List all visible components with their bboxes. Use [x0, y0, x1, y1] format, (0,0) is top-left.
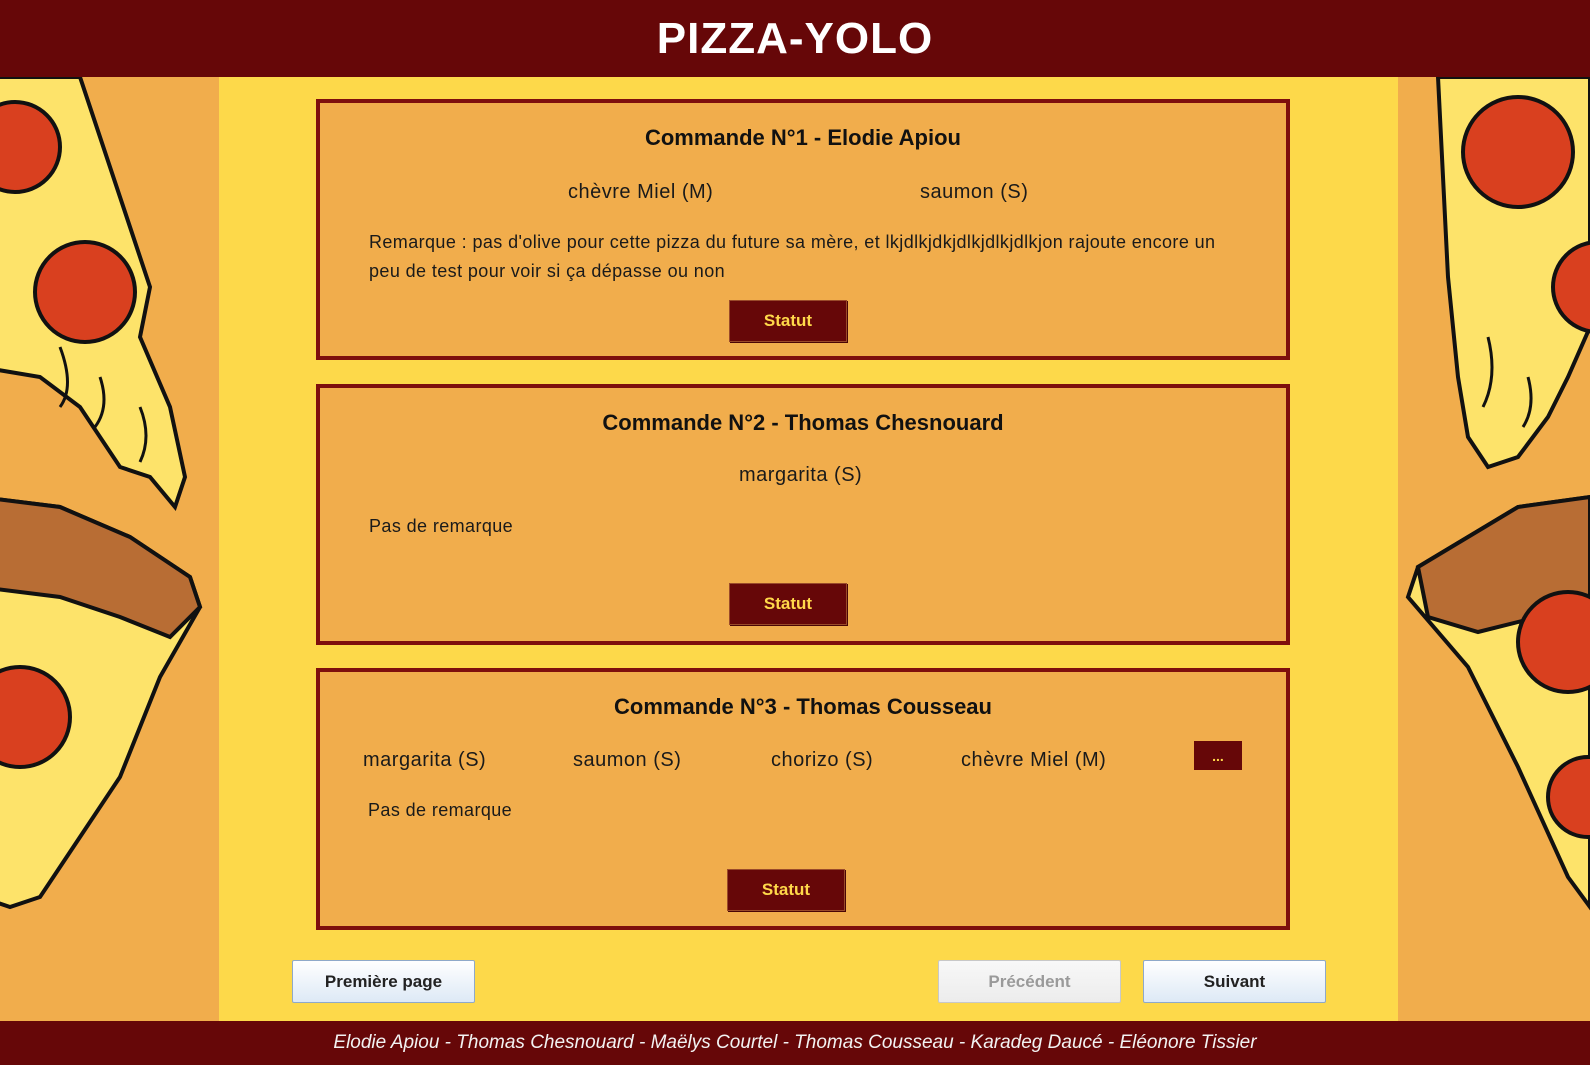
order-card: Commande N°1 - Elodie Apiou chèvre Miel …	[316, 99, 1290, 360]
orders-panel: Commande N°1 - Elodie Apiou chèvre Miel …	[219, 77, 1398, 1034]
order-card: Commande N°3 - Thomas Cousseau margarita…	[316, 668, 1290, 930]
app-header: PIZZA-YOLO	[0, 0, 1590, 77]
order-pizza: margarita (S)	[739, 464, 863, 486]
previous-button[interactable]: Précédent	[938, 960, 1121, 1003]
status-button[interactable]: Statut	[729, 300, 847, 342]
more-pizzas-button[interactable]: ...	[1194, 741, 1242, 770]
status-button[interactable]: Statut	[729, 583, 847, 625]
order-remark: Remarque : pas d'olive pour cette pizza …	[369, 232, 1216, 281]
footer-credits: Elodie Apiou - Thomas Chesnouard - Maëly…	[333, 1032, 1257, 1053]
app-title: PIZZA-YOLO	[656, 13, 934, 63]
order-pizza: saumon (S)	[920, 181, 1029, 203]
first-page-button[interactable]: Première page	[292, 960, 475, 1003]
order-pizza: chèvre Miel (M)	[568, 181, 714, 203]
order-card: Commande N°2 - Thomas Chesnouard margari…	[316, 384, 1290, 645]
order-title: Commande N°3 - Thomas Cousseau	[614, 694, 992, 719]
order-title: Commande N°2 - Thomas Chesnouard	[602, 410, 1004, 435]
right-pizza-decoration	[1398, 77, 1590, 1034]
next-button[interactable]: Suivant	[1143, 960, 1326, 1003]
order-remark: Pas de remarque	[368, 800, 513, 820]
order-pizza: chorizo (S)	[771, 749, 874, 771]
window-bottom-edge	[0, 1065, 1590, 1080]
order-title: Commande N°1 - Elodie Apiou	[644, 125, 961, 150]
app-footer: Elodie Apiou - Thomas Chesnouard - Maëly…	[0, 1021, 1590, 1065]
left-pizza-decoration	[0, 77, 219, 1034]
pizza-slice-icon	[1405, 77, 1590, 911]
pizza-slice-icon	[0, 77, 203, 910]
order-remark: Pas de remarque	[369, 516, 514, 536]
order-pizza: chèvre Miel (M)	[961, 749, 1107, 771]
order-pizza: margarita (S)	[363, 749, 487, 771]
order-pizza: saumon (S)	[573, 749, 682, 771]
status-button[interactable]: Statut	[727, 869, 845, 911]
